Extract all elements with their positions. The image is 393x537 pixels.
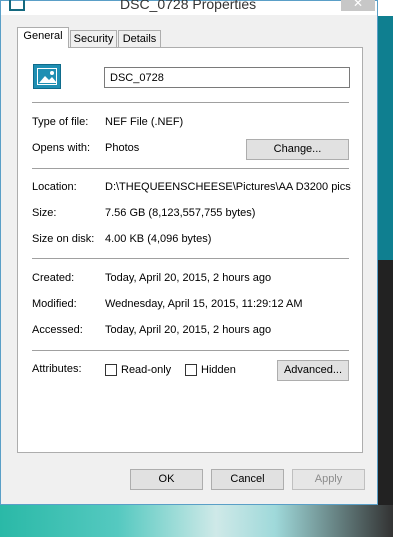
size-value: 7.56 GB (8,123,557,755 bytes): [105, 207, 256, 219]
photo-file-icon: [33, 64, 61, 89]
close-button[interactable]: ✕: [341, 0, 375, 11]
hidden-checkbox[interactable]: [185, 364, 197, 376]
read-only-label[interactable]: Read-only: [121, 364, 171, 376]
created-label: Created:: [32, 272, 75, 284]
location-label: Location:: [32, 181, 77, 193]
hidden-label[interactable]: Hidden: [201, 364, 236, 376]
close-icon: ✕: [353, 0, 364, 10]
change-button[interactable]: Change...: [246, 139, 349, 160]
general-panel: [17, 47, 363, 453]
tab-general[interactable]: General: [17, 27, 69, 48]
type-of-file-value: NEF File (.NEF): [105, 116, 184, 128]
attributes-label: Attributes:: [32, 363, 82, 375]
modified-label: Modified:: [32, 298, 77, 310]
tab-details[interactable]: Details: [118, 30, 161, 47]
divider: [32, 102, 349, 103]
ok-button[interactable]: OK: [130, 469, 203, 490]
apply-button[interactable]: Apply: [292, 469, 365, 490]
modified-value: Wednesday, April 15, 2015, 11:29:12 AM: [105, 298, 303, 310]
divider: [32, 350, 349, 351]
created-value: Today, April 20, 2015, 2 hours ago: [105, 272, 272, 284]
desktop-wallpaper-wave: [0, 505, 393, 537]
file-name-input[interactable]: [104, 67, 350, 88]
divider: [32, 168, 349, 169]
accessed-label: Accessed:: [32, 324, 83, 336]
background-window-corner: [378, 0, 393, 16]
read-only-checkbox[interactable]: [105, 364, 117, 376]
cancel-button[interactable]: Cancel: [211, 469, 284, 490]
opens-with-label: Opens with:: [32, 142, 91, 154]
size-on-disk-value: 4.00 KB (4,096 bytes): [105, 233, 212, 245]
window-title: DSC_0728 Properties: [120, 0, 257, 12]
advanced-button[interactable]: Advanced...: [277, 360, 349, 381]
size-on-disk-label: Size on disk:: [32, 233, 95, 245]
title-bar[interactable]: DSC_0728 Properties ✕: [1, 0, 377, 15]
divider: [32, 258, 349, 259]
tab-security[interactable]: Security: [70, 30, 117, 47]
accessed-value: Today, April 20, 2015, 2 hours ago: [105, 324, 272, 336]
location-value: D:\THEQUEENSCHEESE\Pictures\AA D3200 pic…: [105, 181, 351, 193]
opens-with-value: Photos: [105, 142, 140, 154]
properties-dialog: DSC_0728 Properties ✕ Security Details G…: [0, 0, 378, 505]
type-of-file-label: Type of file:: [32, 116, 89, 128]
properties-icon: [9, 0, 25, 11]
size-label: Size:: [32, 207, 57, 219]
